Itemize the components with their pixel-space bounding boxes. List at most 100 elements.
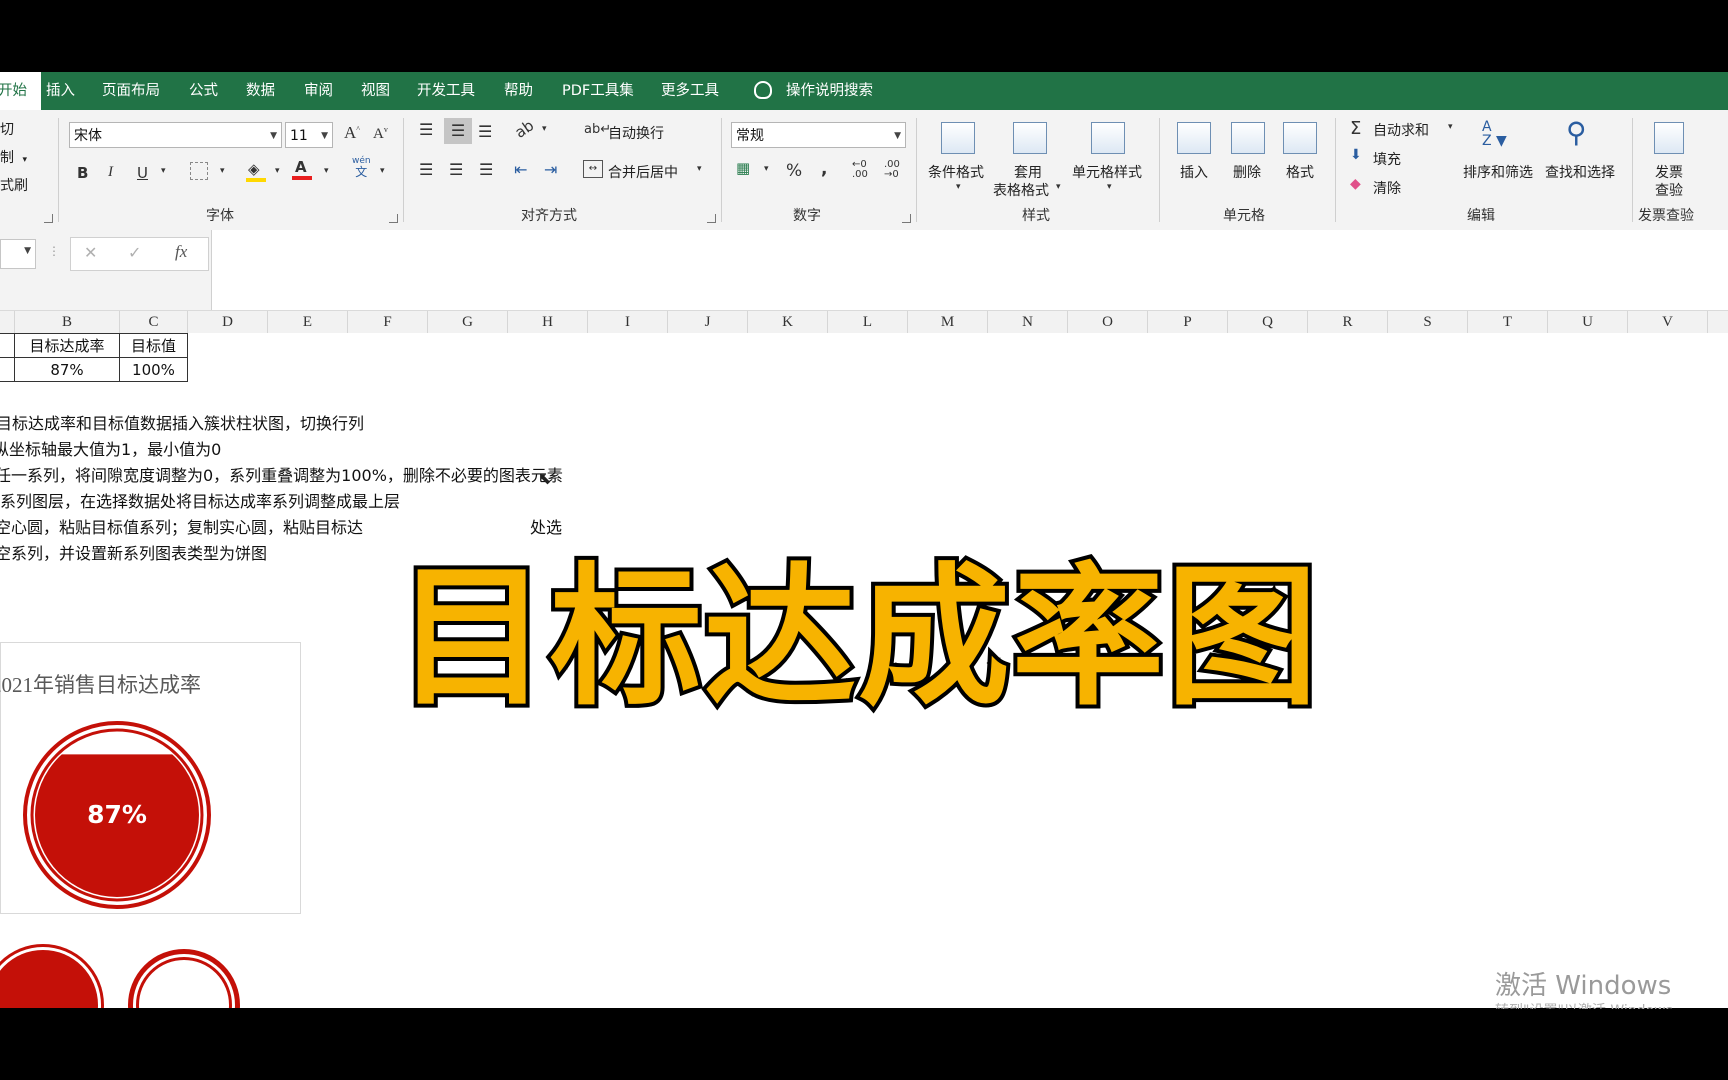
- column-header[interactable]: K: [748, 311, 828, 333]
- chevron-down-icon[interactable]: ▾: [324, 166, 329, 176]
- tab-page-layout[interactable]: 页面布局: [102, 72, 160, 110]
- bold-button[interactable]: B: [77, 164, 88, 182]
- underline-button[interactable]: U: [137, 164, 148, 182]
- clipboard-launcher-icon[interactable]: [44, 214, 53, 223]
- instruction-note[interactable]: 纵坐标轴最大值为1，最小值为0: [0, 436, 221, 460]
- table-cell[interactable]: [0, 357, 15, 382]
- search-icon[interactable]: ⚲: [1566, 116, 1587, 149]
- decrease-font-button[interactable]: Av: [373, 125, 388, 143]
- table-cell[interactable]: [0, 333, 15, 358]
- chevron-down-icon[interactable]: ▾: [380, 166, 385, 176]
- tab-more-tools[interactable]: 更多工具: [661, 72, 719, 110]
- eraser-icon[interactable]: ◆: [1350, 176, 1361, 192]
- find-select-button[interactable]: 查找和选择: [1545, 162, 1615, 182]
- column-header[interactable]: B: [15, 311, 120, 333]
- format-cells-button[interactable]: 格式: [1286, 162, 1314, 182]
- chevron-down-icon[interactable]: ▾: [764, 164, 769, 174]
- lightbulb-icon[interactable]: [754, 81, 772, 99]
- column-header[interactable]: T: [1468, 311, 1548, 333]
- comma-style-button[interactable]: ,: [821, 159, 827, 179]
- alignment-launcher-icon[interactable]: [707, 214, 716, 223]
- instruction-note-fragment[interactable]: 处选: [530, 514, 562, 538]
- wrap-text-button[interactable]: 自动换行: [608, 123, 664, 143]
- enter-icon[interactable]: ✓: [128, 243, 141, 262]
- column-header[interactable]: N: [988, 311, 1068, 333]
- sort-filter-button[interactable]: 排序和筛选: [1463, 162, 1533, 182]
- phonetic-guide-icon[interactable]: wén 文: [352, 156, 371, 180]
- format-as-table-button-line1[interactable]: 套用: [1014, 162, 1042, 182]
- autosum-button[interactable]: 自动求和: [1373, 120, 1429, 140]
- column-header[interactable]: D: [188, 311, 268, 333]
- conditional-formatting-button[interactable]: 条件格式: [928, 162, 984, 182]
- invoice-check-button-line2[interactable]: 查验: [1655, 180, 1683, 200]
- cut-button[interactable]: 剪切: [0, 119, 14, 139]
- table-header-cell[interactable]: 目标达成率: [14, 333, 120, 358]
- instruction-note[interactable]: 空系列，并设置新系列图表类型为饼图: [0, 540, 267, 564]
- italic-button[interactable]: I: [108, 164, 113, 181]
- chevron-down-icon[interactable]: ▾: [1056, 182, 1061, 192]
- increase-font-button[interactable]: A^: [344, 123, 360, 143]
- tab-pdf-tools[interactable]: PDF工具集: [562, 72, 634, 110]
- achievement-gauge[interactable]: 87%: [23, 721, 211, 909]
- align-left-icon[interactable]: ☰: [419, 160, 433, 179]
- instruction-note[interactable]: 系列图层，在选择数据处将目标达成率系列调整成最上层: [0, 488, 400, 512]
- font-name-select[interactable]: 宋体 ▼: [69, 122, 282, 148]
- column-header[interactable]: L: [828, 311, 908, 333]
- invoice-check-icon[interactable]: [1654, 122, 1684, 154]
- delete-cells-icon[interactable]: [1231, 122, 1265, 154]
- tab-home[interactable]: 开始: [0, 72, 41, 110]
- cell-styles-icon[interactable]: [1091, 122, 1125, 154]
- percent-style-button[interactable]: %: [786, 161, 802, 181]
- font-launcher-icon[interactable]: [389, 214, 398, 223]
- chevron-down-icon[interactable]: ▾: [956, 182, 961, 192]
- tab-data[interactable]: 数据: [246, 72, 275, 110]
- format-painter-button[interactable]: 格式刷: [0, 175, 28, 195]
- format-as-table-icon[interactable]: [1013, 122, 1047, 154]
- column-header[interactable]: H: [508, 311, 588, 333]
- align-top-icon[interactable]: ☰: [419, 120, 433, 139]
- column-header[interactable]: G: [428, 311, 508, 333]
- chevron-down-icon[interactable]: ▾: [275, 166, 280, 176]
- column-header[interactable]: I: [588, 311, 668, 333]
- number-format-select[interactable]: 常规 ▼: [731, 122, 906, 148]
- align-right-icon[interactable]: ☰: [479, 160, 493, 179]
- instruction-note[interactable]: 任一系列，将间隙宽度调整为0，系列重叠调整为100%，删除不必要的图表元素: [0, 462, 563, 486]
- copy-button[interactable]: 复制 ▾: [0, 147, 27, 167]
- fill-button[interactable]: 填充: [1373, 149, 1401, 169]
- column-header[interactable]: V: [1628, 311, 1708, 333]
- align-bottom-icon[interactable]: ☰: [478, 122, 492, 141]
- chevron-down-icon[interactable]: ▾: [542, 124, 547, 134]
- tab-developer[interactable]: 开发工具: [417, 72, 475, 110]
- chart-title[interactable]: 2021年销售目标达成率: [0, 669, 201, 699]
- conditional-formatting-icon[interactable]: [941, 122, 975, 154]
- chevron-down-icon[interactable]: ▾: [1448, 122, 1453, 132]
- invoice-check-button-line1[interactable]: 发票: [1655, 162, 1683, 182]
- merge-center-icon[interactable]: ↔: [583, 160, 603, 178]
- column-header[interactable]: M: [908, 311, 988, 333]
- tab-view[interactable]: 视图: [361, 72, 390, 110]
- align-center-icon[interactable]: ☰: [449, 160, 463, 179]
- instruction-note[interactable]: 空心圆，粘贴目标值系列；复制实心圆，粘贴目标达: [0, 514, 363, 538]
- name-box[interactable]: ▼: [0, 239, 36, 269]
- tab-help[interactable]: 帮助: [504, 72, 533, 110]
- solid-circle-shape[interactable]: [0, 950, 98, 1008]
- sort-filter-icon[interactable]: AZ ▼: [1482, 120, 1507, 148]
- orientation-icon[interactable]: ab: [512, 116, 538, 141]
- column-header[interactable]: F: [348, 311, 428, 333]
- chart-area[interactable]: 2021年销售目标达成率 87%: [0, 642, 301, 914]
- tab-insert[interactable]: 插入: [46, 72, 75, 110]
- instruction-note[interactable]: 目标达成率和目标值数据插入簇状柱状图，切换行列: [0, 410, 364, 434]
- column-header[interactable]: U: [1548, 311, 1628, 333]
- table-header-cell[interactable]: 目标值: [119, 333, 188, 358]
- hollow-circle-shape[interactable]: [128, 949, 240, 1008]
- font-color-icon[interactable]: A: [292, 158, 312, 180]
- column-header[interactable]: E: [268, 311, 348, 333]
- column-header-a[interactable]: [0, 311, 15, 333]
- cancel-icon[interactable]: ✕: [84, 243, 97, 262]
- decrease-decimal-button[interactable]: .00 →0: [884, 160, 900, 180]
- column-header[interactable]: J: [668, 311, 748, 333]
- tab-review[interactable]: 审阅: [304, 72, 333, 110]
- format-as-table-button-line2[interactable]: 表格格式: [993, 180, 1049, 200]
- chevron-down-icon[interactable]: ▾: [220, 166, 225, 176]
- table-cell[interactable]: 100%: [119, 357, 188, 382]
